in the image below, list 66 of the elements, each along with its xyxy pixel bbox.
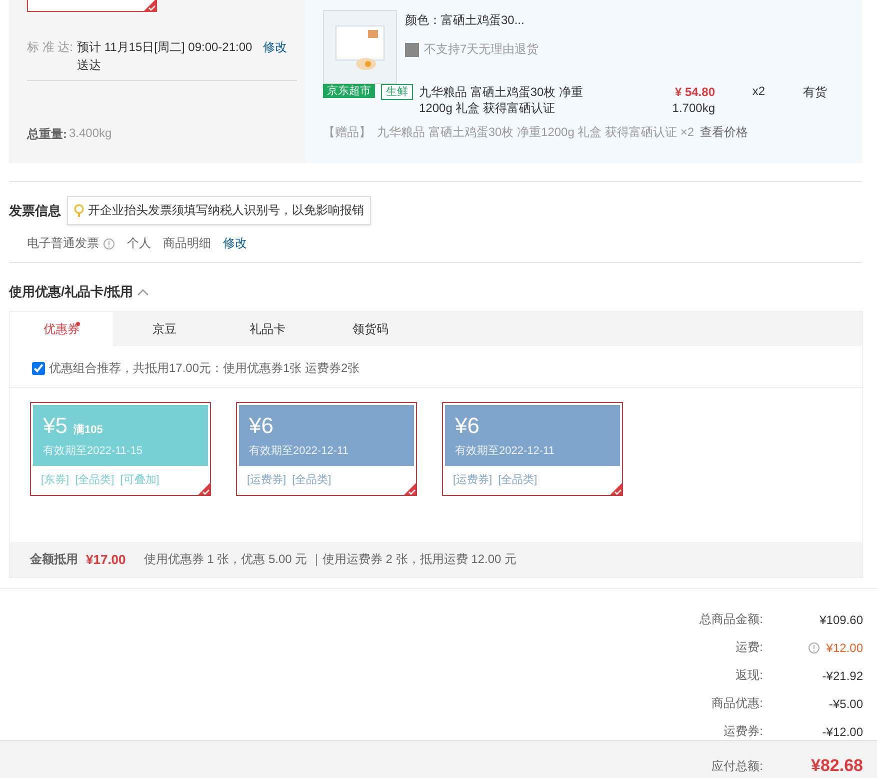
summary-detail: 使用优惠券 1 张，优惠 5.00 元 ｜使用运费券 2 张，抵用运费 12.00 元 — [144, 551, 517, 568]
total-label: 总商品金额: — [698, 611, 763, 628]
coupon-tag: [运费券] — [453, 472, 492, 488]
stock-status: 有货 — [803, 84, 827, 101]
product-quantity: x2 — [751, 84, 765, 100]
product-tag: 生鲜 — [381, 84, 413, 100]
total-label: 商品优惠: — [710, 695, 763, 712]
coupon-condition: 满105 — [73, 422, 103, 438]
total-value: ¥109.60 — [818, 612, 863, 627]
coupon-tag: [全品类] — [292, 472, 332, 488]
return-policy: 不支持7天无理由退货 — [405, 41, 539, 58]
discount-tab[interactable]: 礼品卡 — [216, 312, 319, 346]
invoice-holder: 个人 — [127, 235, 151, 252]
discount-tab[interactable]: 领货码 — [319, 312, 422, 346]
check-corner-icon — [610, 483, 622, 496]
coupon-amount: ¥6 — [455, 413, 480, 440]
total-value: ¥12.00 — [763, 640, 863, 655]
coupon-validity: 有效期至2022-12-11 — [455, 444, 556, 458]
delivery-time: 预计 11月15日[周二] 09:00-21:00 送达 — [77, 39, 254, 74]
invoice-content: 商品明细 — [163, 235, 211, 252]
total-value: -¥12.00 — [821, 724, 863, 739]
check-corner-icon — [404, 483, 416, 496]
invoice-heading: 发票信息 — [9, 202, 61, 220]
tip-text: 开企业抬头发票须填写纳税人识别号，以免影响报销 — [88, 202, 364, 220]
gift-item: 九华粮品 富硒土鸡蛋30枚 净重1200g 礼盒 获得富硒认证 ×2 — [377, 124, 694, 141]
summary-label: 金额抵用 — [30, 551, 78, 568]
check-corner-icon — [198, 483, 210, 496]
coupon-tag: [东券] — [41, 472, 70, 488]
coupon-tag: [全品类] — [498, 472, 538, 488]
total-label: 返现: — [734, 667, 763, 684]
chevron-up-icon[interactable] — [137, 288, 150, 296]
summary-amount: ¥17.00 — [86, 552, 126, 568]
product-tag: 京东超市 — [323, 84, 375, 98]
invoice-type: 电子普通发票 — [27, 235, 99, 252]
weight-value: 3.400kg — [69, 126, 112, 142]
payable-label: 应付总额: — [710, 758, 763, 775]
gift-label: 【赠品】 — [323, 124, 371, 141]
discount-tab[interactable]: 京豆 — [113, 312, 216, 346]
total-value: -¥5.00 — [828, 696, 863, 711]
product-name[interactable]: 九华粮品 富硒土鸡蛋30枚 净重1200g 礼盒 获得富硒认证 — [419, 84, 604, 116]
product-weight: 1.700kg — [672, 100, 715, 116]
discount-tab[interactable]: 优惠券 — [10, 312, 113, 346]
total-label: 运费券: — [722, 723, 763, 740]
info-icon[interactable] — [808, 642, 820, 654]
invoice-edit-link[interactable]: 修改 — [223, 235, 247, 252]
delivery-label: 标 准 达: — [27, 39, 74, 56]
coupon-amount: ¥5 — [43, 413, 68, 440]
coupon-tag: [运费券] — [247, 472, 286, 488]
info-icon[interactable] — [103, 238, 115, 250]
coupon-validity: 有效期至2022-12-11 — [249, 444, 350, 458]
recommend-checkbox[interactable] — [32, 362, 45, 376]
product-color: 颜色：富硒土鸡蛋30... — [405, 12, 526, 29]
total-value: -¥21.92 — [821, 668, 863, 683]
recommend-text: 优惠组合推荐，共抵用17.00元：使用优惠券1张 运费券2张 — [49, 360, 360, 378]
total-label: 运费: — [734, 639, 763, 656]
lightbulb-icon — [74, 204, 84, 218]
payable-amount: ¥82.68 — [810, 756, 863, 776]
discounts-heading: 使用优惠/礼品卡/抵用 — [9, 283, 134, 302]
product-price: ¥ 54.80 — [674, 84, 715, 100]
coupon-tag: [全品类] — [75, 472, 114, 488]
coupon-amount: ¥6 — [249, 413, 274, 440]
view-price-link[interactable]: 查看价格 — [700, 124, 748, 141]
coupon-tag: [可叠加] — [120, 472, 160, 488]
weight-label: 总重量: — [27, 126, 67, 144]
edit-link[interactable]: 修改 — [263, 38, 288, 74]
coupon-validity: 有效期至2022-11-15 — [43, 444, 144, 458]
